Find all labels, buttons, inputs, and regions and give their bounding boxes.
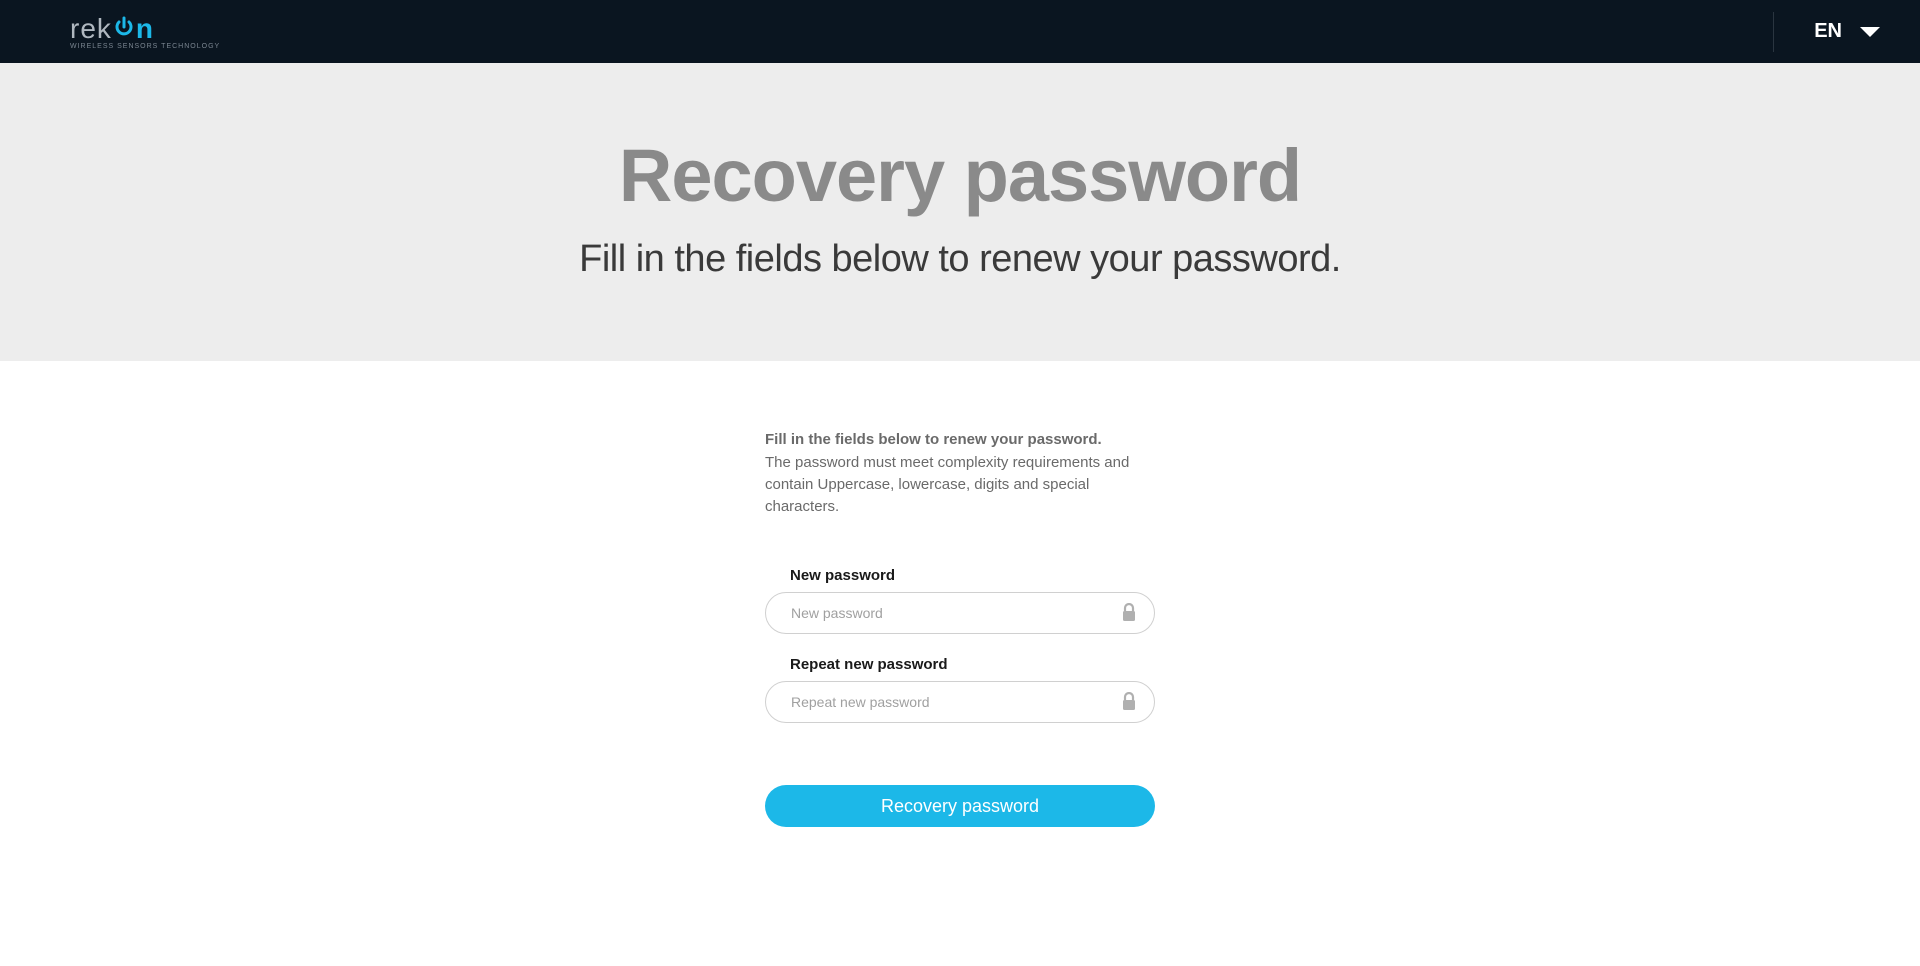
logo-tagline: WIRELESS SENSORS TECHNOLOGY	[70, 43, 220, 50]
new-password-input[interactable]	[765, 592, 1155, 634]
recovery-password-button[interactable]: Recovery password	[765, 785, 1155, 827]
page-subtitle: Fill in the fields below to renew your p…	[20, 238, 1900, 281]
new-password-group: New password	[765, 567, 1155, 634]
language-selector[interactable]: EN	[1773, 12, 1880, 52]
content-scroll-area[interactable]: Recovery password Fill in the fields bel…	[0, 63, 1920, 966]
hero-section: Recovery password Fill in the fields bel…	[0, 63, 1920, 361]
logo-text-right: n	[136, 13, 153, 45]
instructions-title: Fill in the fields below to renew your p…	[765, 431, 1155, 448]
repeat-password-group: Repeat new password	[765, 656, 1155, 723]
power-icon	[114, 16, 134, 43]
chevron-down-icon	[1860, 27, 1880, 37]
repeat-password-label: Repeat new password	[765, 656, 1155, 673]
form-section: Fill in the fields below to renew your p…	[0, 361, 1920, 887]
page-title: Recovery password	[20, 133, 1900, 218]
instructions-description: The password must meet complexity requir…	[765, 452, 1155, 517]
brand-logo[interactable]: rek n WIRELESS SENSORS TECHNOLOGY	[70, 13, 220, 50]
form-container: Fill in the fields below to renew your p…	[765, 431, 1155, 827]
form-instructions: Fill in the fields below to renew your p…	[765, 431, 1155, 517]
language-label: EN	[1814, 20, 1842, 43]
repeat-password-wrapper	[765, 681, 1155, 723]
new-password-wrapper	[765, 592, 1155, 634]
new-password-label: New password	[765, 567, 1155, 584]
app-header: rek n WIRELESS SENSORS TECHNOLOGY EN	[0, 0, 1920, 63]
logo-text-left: rek	[70, 13, 112, 45]
repeat-password-input[interactable]	[765, 681, 1155, 723]
